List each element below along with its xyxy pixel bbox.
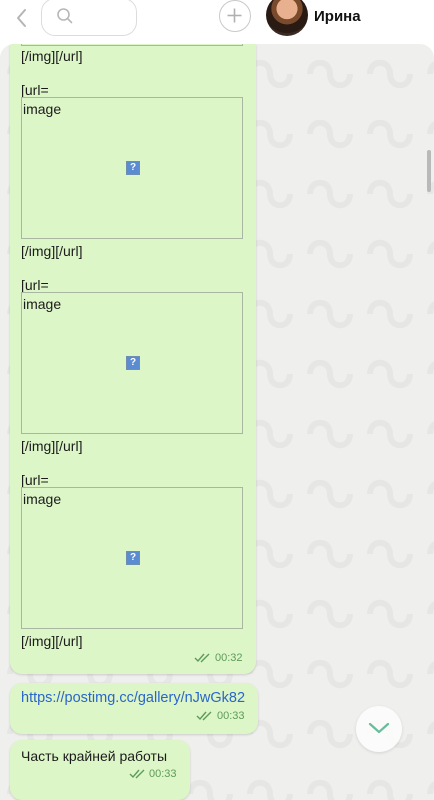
- broken-image[interactable]: image ?: [21, 487, 243, 629]
- new-chat-button[interactable]: [219, 0, 251, 32]
- message-bubble-outgoing[interactable]: Часть крайней работы 00:33: [10, 740, 190, 800]
- chat-header: Ирина: [0, 0, 434, 40]
- chevron-down-icon: [368, 722, 390, 734]
- image-alt-text: image: [23, 296, 62, 312]
- broken-image-icon: ?: [126, 551, 140, 565]
- back-chevron-icon[interactable]: [12, 6, 32, 30]
- message-text-line: [url=: [21, 472, 49, 488]
- broken-image[interactable]: image ?: [21, 292, 243, 434]
- broken-image[interactable]: image ?: [21, 97, 243, 239]
- double-check-icon: [129, 769, 145, 779]
- image-alt-text: image: [23, 491, 62, 507]
- broken-image-icon: ?: [126, 356, 140, 370]
- message-list[interactable]: [/img][/url] [url= image ? [/img][/url] …: [0, 44, 434, 800]
- message-text-line: [url=: [21, 82, 49, 98]
- image-alt-text: image: [23, 101, 62, 117]
- double-check-icon: [196, 711, 212, 721]
- message-time: 00:32: [215, 652, 243, 664]
- scroll-to-bottom-button[interactable]: [356, 706, 402, 752]
- message-text-line: [/img][/url]: [21, 243, 83, 259]
- double-check-icon: [194, 653, 210, 663]
- plus-icon: [227, 8, 242, 23]
- message-text-line: [/img][/url]: [21, 438, 83, 454]
- message-text-line: [/img][/url]: [21, 633, 83, 649]
- message-bubble-outgoing[interactable]: [/img][/url] [url= image ? [/img][/url] …: [10, 44, 256, 674]
- search-field[interactable]: [41, 0, 137, 36]
- image-frame-bottom: [21, 44, 243, 46]
- message-text-line: [/img][/url]: [21, 48, 83, 64]
- message-time: 00:33: [217, 710, 245, 722]
- message-link[interactable]: https://postimg.cc/gallery/nJwGk82: [21, 690, 245, 706]
- broken-image-icon: ?: [126, 161, 140, 175]
- scrollbar[interactable]: [427, 150, 431, 192]
- contact-avatar[interactable]: [266, 0, 308, 36]
- message-time: 00:33: [149, 768, 177, 780]
- search-icon: [57, 8, 73, 24]
- message-bubble-outgoing[interactable]: https://postimg.cc/gallery/nJwGk82 00:33: [10, 683, 258, 734]
- message-text-line: [url=: [21, 277, 49, 293]
- message-text: Часть крайней работы: [21, 748, 168, 764]
- contact-name[interactable]: Ирина: [314, 8, 361, 25]
